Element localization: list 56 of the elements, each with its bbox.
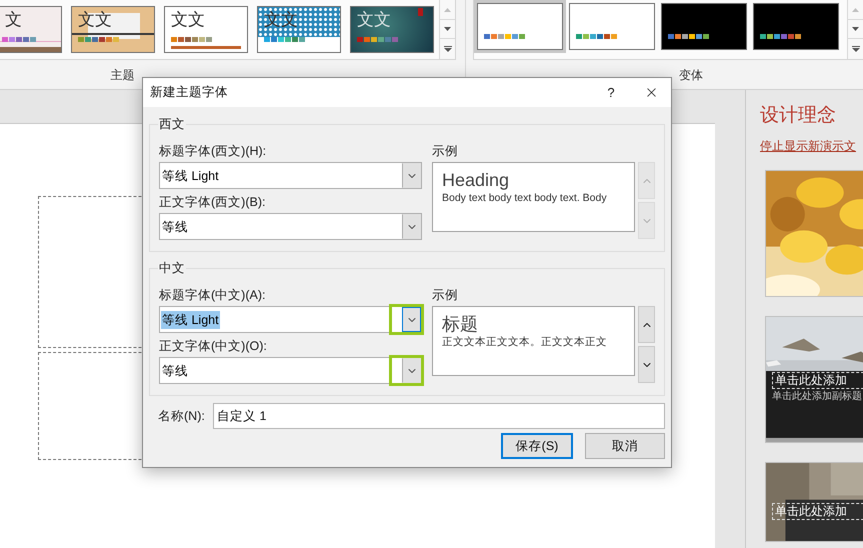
theme-thumbnail[interactable]: 文文	[350, 6, 434, 53]
font-combo-box[interactable]: 等线	[159, 213, 422, 240]
thumbnail-text: 文文	[357, 9, 391, 31]
theme-thumbnail[interactable]: 文文	[164, 6, 248, 53]
sample-heading: Heading	[442, 169, 510, 191]
pane-title: 设计理念	[760, 104, 837, 128]
design-idea-card[interactable]: 单击此处添加 单击此处添加副标题	[765, 316, 863, 443]
font-value: 等线 Light	[161, 310, 220, 328]
font-combo-box[interactable]: 等线	[159, 357, 422, 384]
corner-mark	[418, 8, 423, 16]
variant-thumbnail[interactable]	[474, 0, 566, 53]
sample-body: 正文文本正文文本。正文文本正文	[442, 335, 608, 349]
expand-arrow-icon	[852, 46, 860, 52]
down-arrow-icon	[444, 27, 451, 31]
font-combo-box[interactable]: 等线 Light	[159, 306, 422, 333]
up-arrow-icon	[444, 8, 451, 12]
name-label: 名称(N):	[158, 408, 203, 425]
variant-thumbnail[interactable]	[658, 0, 750, 53]
slide-subtitle-text: 单击此处添加副标题	[772, 391, 863, 403]
group-title: 西文	[158, 116, 186, 132]
dropdown-button[interactable]	[402, 358, 421, 383]
slide-title-text: 单击此处添加	[772, 503, 863, 520]
field-label: 标题字体(西文)(H):	[159, 143, 268, 159]
dialog-title: 新建主题字体	[150, 84, 229, 102]
thumbnail-text: 文文	[171, 9, 205, 31]
expand-arrow-icon	[444, 46, 452, 52]
dropdown-button[interactable]	[402, 163, 421, 188]
group-label: 变体	[679, 66, 703, 84]
theme-thumbnail[interactable]: 文	[0, 6, 62, 53]
dropdown-button[interactable]	[402, 214, 421, 239]
field-label: 正文字体(中文)(O):	[159, 338, 268, 354]
down-arrow-icon	[852, 27, 859, 31]
font-value: 等线	[161, 218, 189, 236]
sample-label: 示例	[432, 143, 459, 159]
design-idea-card[interactable]: 单击此处添加	[765, 462, 863, 542]
font-value: 等线	[161, 362, 189, 380]
sample-heading: 标题	[442, 313, 479, 335]
dialog-button[interactable]: 取消	[585, 433, 665, 459]
thumbnail-text: 文	[5, 9, 22, 31]
font-combo-box[interactable]: 等线 Light	[159, 162, 422, 189]
dialog-button[interactable]: 保存(S)	[501, 433, 573, 459]
variant-thumbnail[interactable]	[750, 0, 842, 53]
sample-label: 示例	[432, 287, 459, 303]
slide-title-text: 单击此处添加	[772, 372, 863, 389]
group-title: 中文	[158, 260, 186, 276]
up-arrow-icon	[852, 8, 859, 12]
field-label: 正文字体(西文)(B):	[159, 194, 266, 210]
dropdown-button[interactable]	[402, 307, 421, 332]
sample-body: Body text body text body text. Body	[442, 191, 608, 205]
variant-thumbnail[interactable]	[566, 0, 658, 53]
help-button[interactable]: ?	[599, 82, 623, 102]
group-label: 主题	[110, 66, 134, 84]
name-field[interactable]: 自定义 1	[213, 403, 665, 429]
font-value: 等线 Light	[161, 168, 220, 184]
stop-showing-link[interactable]: 停止显示新演示文	[760, 138, 863, 154]
field-label: 标题字体(中文)(A):	[159, 287, 266, 303]
